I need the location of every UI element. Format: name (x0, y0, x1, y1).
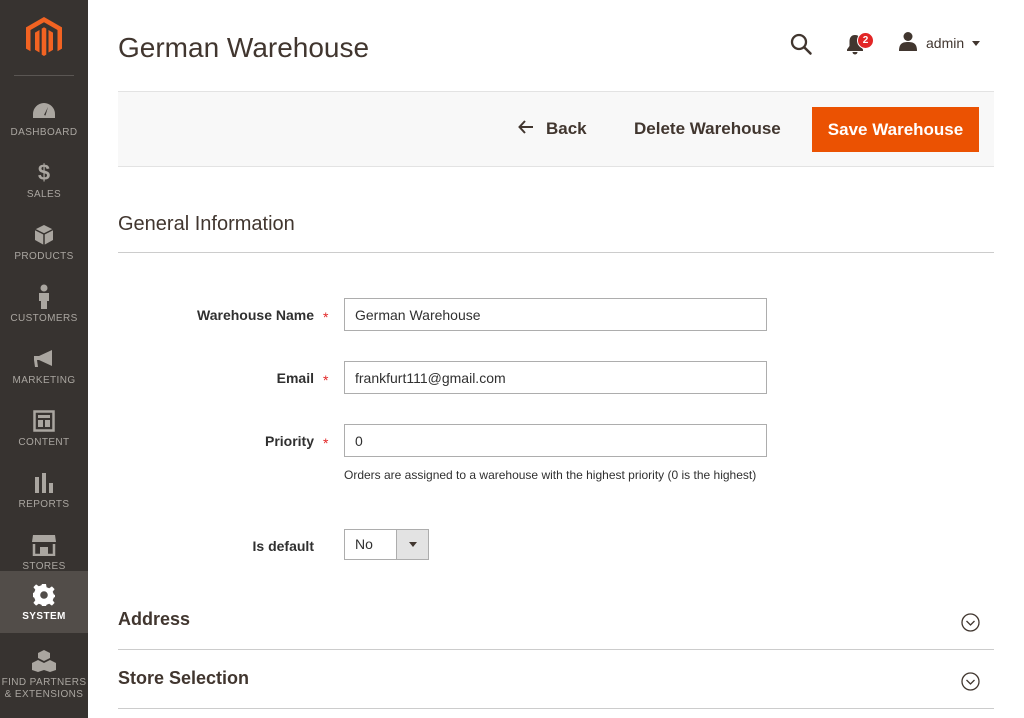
gear-icon (31, 582, 57, 608)
sidebar-item-label: MARKETING (12, 374, 76, 386)
page-title: German Warehouse (118, 32, 370, 63)
required-mark: * (323, 372, 329, 388)
warehouse-name-label: Warehouse Name (197, 307, 314, 323)
person-icon (31, 284, 57, 310)
is-default-value: No (355, 536, 373, 552)
email-label: Email (276, 370, 314, 386)
chevron-down-circle-icon (961, 672, 980, 691)
sidebar-item-label-line2: & EXTENSIONS (4, 688, 84, 700)
back-button-label: Back (546, 119, 587, 138)
is-default-label: Is default (252, 538, 314, 554)
sidebar-item-label: SYSTEM (22, 610, 66, 622)
dollar-icon: $ (37, 159, 51, 185)
sidebar-item-label: DASHBOARD (10, 126, 78, 138)
chevron-down-icon (408, 542, 417, 547)
required-mark: * (323, 435, 329, 451)
section-title-general: General Information (118, 213, 295, 235)
email-input[interactable] (344, 361, 767, 394)
priority-note: Orders are assigned to a warehouse with … (344, 468, 757, 482)
cubes-icon (31, 648, 57, 674)
sidebar-item-label: FIND PARTNERS & EXTENSIONS (2, 677, 87, 701)
user-icon (898, 31, 918, 56)
magento-logo-icon[interactable] (0, 0, 88, 75)
box-icon (31, 222, 57, 248)
sidebar-item-system[interactable]: SYSTEM (0, 571, 88, 633)
sidebar-item-content[interactable]: CONTENT (0, 397, 88, 459)
address-section-title: Address (118, 609, 191, 629)
chevron-down-circle-icon (961, 613, 980, 632)
warehouse-name-input[interactable] (344, 298, 767, 331)
logo-divider (14, 75, 74, 76)
priority-input[interactable] (344, 424, 767, 457)
user-name: admin (926, 35, 965, 51)
sidebar-item-label: CONTENT (18, 436, 70, 448)
address-section-header[interactable]: Address (118, 591, 994, 650)
megaphone-icon (31, 346, 57, 372)
dashboard-icon (31, 98, 57, 124)
sidebar-item-customers[interactable]: CUSTOMERS (0, 273, 88, 335)
sidebar-item-label: SALES (26, 188, 62, 200)
sidebar-item-find-partners[interactable]: FIND PARTNERS & EXTENSIONS (0, 644, 88, 704)
notification-badge[interactable]: 2 (857, 32, 874, 49)
sidebar-item-reports[interactable]: REPORTS (0, 459, 88, 521)
page-actions-bar: Back Delete Warehouse Save Warehouse (118, 91, 994, 167)
sidebar-item-sales[interactable]: $ SALES (0, 149, 88, 211)
sidebar-item-label-line1: FIND PARTNERS (1, 676, 87, 688)
sidebar-item-label: REPORTS (18, 498, 70, 510)
sidebar-item-label: PRODUCTS (14, 250, 74, 262)
chevron-down-icon (972, 40, 981, 46)
back-button[interactable]: Back (518, 119, 587, 139)
sidebar-item-products[interactable]: PRODUCTS (0, 211, 88, 273)
search-icon[interactable] (789, 32, 813, 56)
priority-label: Priority (264, 433, 314, 449)
bar-chart-icon (31, 470, 57, 496)
delete-warehouse-button[interactable]: Delete Warehouse (634, 119, 781, 139)
store-selection-section-title: Store Selection (118, 668, 250, 688)
store-selection-section-header[interactable]: Store Selection (118, 650, 994, 709)
sidebar-item-label: CUSTOMERS (10, 312, 78, 324)
section-divider (118, 252, 994, 253)
arrow-left-icon (518, 119, 534, 139)
sidebar-item-dashboard[interactable]: DASHBOARD (0, 87, 88, 149)
required-mark: * (323, 309, 329, 325)
user-menu[interactable]: admin (898, 31, 981, 56)
select-arrow (396, 530, 428, 559)
sidebar-item-marketing[interactable]: MARKETING (0, 335, 88, 397)
save-warehouse-button[interactable]: Save Warehouse (812, 107, 979, 152)
storefront-icon (31, 532, 57, 558)
layout-icon (31, 408, 57, 434)
admin-sidebar: DASHBOARD $ SALES PRODUCTS CUSTOMERS MAR… (0, 0, 88, 718)
is-default-select[interactable]: No (344, 529, 429, 560)
